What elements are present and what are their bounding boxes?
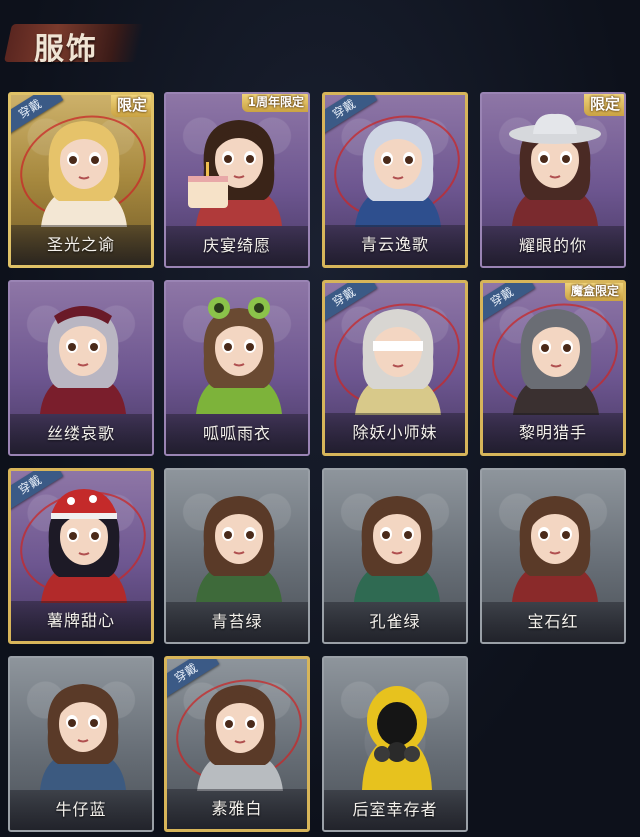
costume-card[interactable]: 青云逸歌 穿戴 — [322, 92, 468, 268]
denim-dress-portrait — [28, 672, 138, 790]
costume-card[interactable]: 素雅白 穿戴 — [164, 656, 310, 832]
green-dress-portrait — [184, 484, 294, 602]
frog-hood-portrait — [184, 296, 294, 414]
gothic-lolita-portrait — [28, 296, 138, 414]
blonde-queen-portrait — [29, 109, 139, 227]
teal-dress-portrait — [342, 484, 452, 602]
costume-card[interactable]: 青苔绿 — [164, 468, 310, 644]
costume-name: 黎明猎手 — [518, 423, 587, 442]
costume-card[interactable]: 庆宴绮愿 1周年限定 — [164, 92, 310, 268]
costume-name: 青云逸歌 — [360, 235, 429, 254]
red-dress-portrait — [500, 484, 610, 602]
costume-card[interactable]: 牛仔蓝 — [8, 656, 154, 832]
costume-name: 圣光之谕 — [46, 235, 115, 254]
costume-name: 庆宴绮愿 — [202, 236, 271, 255]
costume-card[interactable]: 宝石红 — [480, 468, 626, 644]
section-header: 服饰 — [3, 14, 145, 70]
costume-name: 呱呱雨衣 — [202, 424, 271, 443]
costume-name: 后室幸存者 — [352, 800, 438, 819]
limited-tag: 限定 — [110, 95, 151, 117]
costume-card[interactable]: 薯牌甜心 穿戴 — [8, 468, 154, 644]
blindfold-portrait — [343, 297, 453, 415]
costume-name: 丝缕哀歌 — [46, 424, 115, 443]
costume-name: 薯牌甜心 — [46, 611, 115, 630]
costume-name: 孔雀绿 — [369, 612, 421, 631]
limited-tag: 魔盒限定 — [564, 283, 623, 301]
costume-card[interactable]: 圣光之谕 穿戴 限定 — [8, 92, 154, 268]
red-cap-girl-portrait — [29, 485, 139, 603]
costume-card[interactable]: 孔雀绿 — [322, 468, 468, 644]
cowboy-hat-portrait — [500, 108, 610, 226]
costume-card[interactable]: 丝缕哀歌 — [8, 280, 154, 456]
costume-card[interactable]: 黎明猎手 穿戴 魔盒限定 — [480, 280, 626, 456]
costume-name: 耀眼的你 — [518, 236, 587, 255]
costume-name: 青苔绿 — [211, 612, 263, 631]
limited-tag: 1周年限定 — [241, 94, 308, 112]
costume-card[interactable]: 耀眼的你 限定 — [480, 92, 626, 268]
costume-card[interactable]: 呱呱雨衣 — [164, 280, 310, 456]
costume-name: 牛仔蓝 — [55, 800, 107, 819]
cake-boy-portrait — [184, 108, 294, 226]
costume-card[interactable]: 除妖小师妹 穿戴 — [322, 280, 468, 456]
white-dress-portrait — [185, 673, 295, 791]
wardrobe-screen: 服饰 圣光之谕 穿戴 限定 庆宴绮愿 1周年限定 青云逸歌 穿戴 耀眼的你 限定… — [0, 0, 640, 837]
silver-hair-portrait — [343, 109, 453, 227]
costume-name: 素雅白 — [211, 799, 263, 818]
limited-tag: 限定 — [583, 94, 624, 116]
hunter-portrait — [501, 297, 611, 415]
page-title: 服饰 — [34, 32, 98, 67]
costume-card[interactable]: 后室幸存者 — [322, 656, 468, 832]
hazmat-mask-portrait — [342, 672, 452, 790]
costume-name: 除妖小师妹 — [352, 423, 438, 442]
costume-name: 宝石红 — [527, 612, 579, 631]
